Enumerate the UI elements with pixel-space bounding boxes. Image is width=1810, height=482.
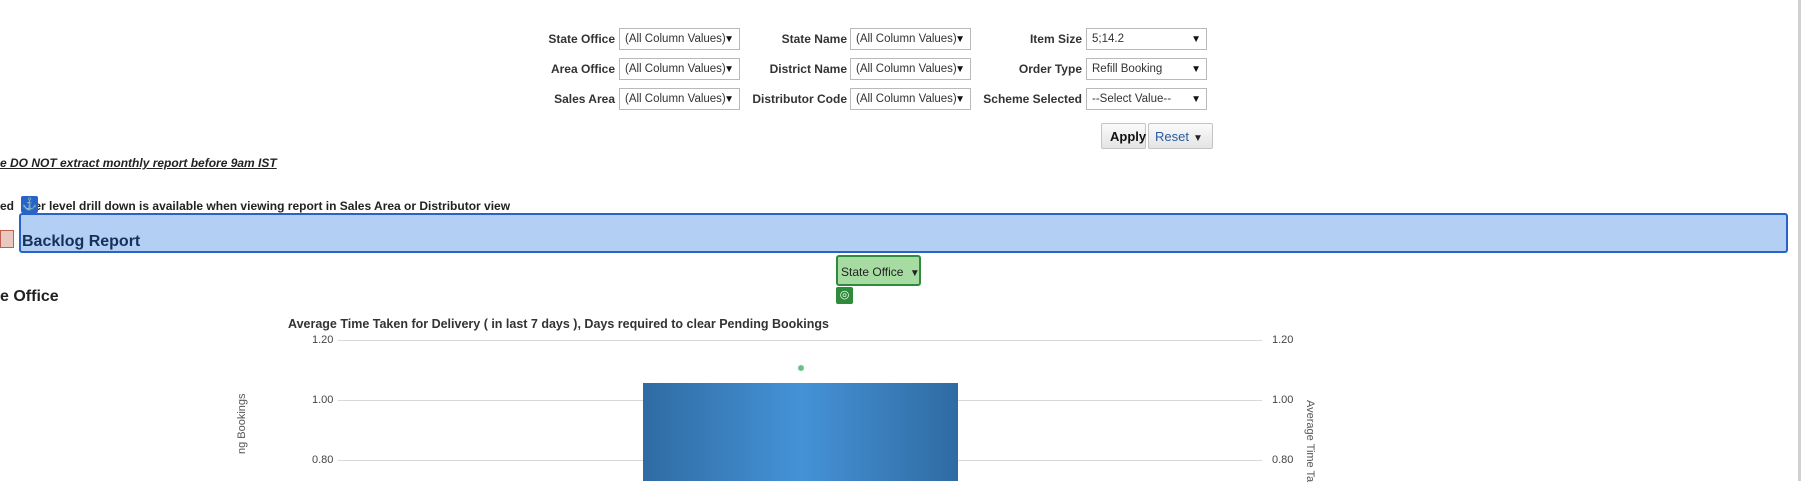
order-type-label: Order Type — [1018, 62, 1082, 76]
district-name-label: District Name — [769, 62, 847, 76]
chevron-down-icon: ▼ — [724, 34, 734, 45]
right-tick-label: 0.80 — [1272, 454, 1294, 466]
right-tick-label: 1.20 — [1272, 334, 1294, 346]
distributor-code-select[interactable]: (All Column Values) ▼ — [850, 88, 971, 110]
chevron-down-icon: ▼ — [1192, 133, 1203, 144]
right-tick-label: 1.00 — [1272, 394, 1294, 406]
left-axis-label: ng Bookings — [236, 393, 248, 454]
sales-area-label: Sales Area — [554, 92, 615, 106]
chevron-down-icon: ▼ — [1191, 94, 1201, 105]
state-office-select[interactable]: (All Column Values) ▼ — [619, 28, 740, 50]
anchor-icon[interactable]: ⚓ — [21, 196, 38, 213]
chevron-down-icon: ▼ — [724, 94, 734, 105]
report-icon — [0, 230, 14, 248]
scheme-selected-select[interactable]: --Select Value-- ▼ — [1086, 88, 1207, 110]
state-office-value: (All Column Values) — [625, 33, 726, 45]
state-name-label: State Name — [781, 32, 847, 46]
state-office-label: State Office — [548, 32, 615, 46]
scheme-selected-label: Scheme Selected — [983, 92, 1082, 106]
view-selector-value: State Office — [841, 265, 904, 279]
chevron-down-icon: ▼ — [724, 64, 734, 75]
area-office-select[interactable]: (All Column Values) ▼ — [619, 58, 740, 80]
area-office-label: Area Office — [550, 62, 615, 76]
view-heading: e Office — [0, 288, 59, 305]
chevron-down-icon: ▼ — [1191, 34, 1201, 45]
order-type-select[interactable]: Refill Booking ▼ — [1086, 58, 1207, 80]
left-tick-label: 1.00 — [312, 394, 334, 406]
item-size-label: Item Size — [1029, 32, 1082, 46]
scheme-selected-value: --Select Value-- — [1092, 93, 1172, 105]
view-selector[interactable]: State Office ▼ — [836, 255, 921, 286]
distributor-code-value: (All Column Values) — [856, 93, 957, 105]
sales-area-select[interactable]: (All Column Values) ▼ — [619, 88, 740, 110]
data-point[interactable] — [798, 365, 804, 371]
section-title: Backlog Report — [22, 233, 141, 250]
right-axis-label: Average Time Ta — [1304, 400, 1316, 482]
order-type-value: Refill Booking — [1092, 63, 1163, 75]
vertical-scrollbar[interactable] — [1798, 0, 1801, 481]
chevron-down-icon: ▼ — [955, 94, 965, 105]
apply-button[interactable]: Apply — [1101, 123, 1146, 149]
district-name-select[interactable]: (All Column Values) ▼ — [850, 58, 971, 80]
item-size-select[interactable]: 5;14.2 ▼ — [1086, 28, 1207, 50]
distributor-code-label: Distributor Code — [752, 92, 847, 106]
chart-title: Average Time Taken for Delivery ( in las… — [288, 317, 829, 331]
state-name-value: (All Column Values) — [856, 33, 957, 45]
state-name-select[interactable]: (All Column Values) ▼ — [850, 28, 971, 50]
left-tick-label: 0.80 — [312, 454, 334, 466]
drilldown-notice-rest: er level drill down is available when vi… — [34, 199, 511, 213]
backlog-report-section — [19, 213, 1788, 253]
reset-button[interactable]: Reset ▼ — [1148, 123, 1213, 149]
item-size-value: 5;14.2 — [1092, 33, 1124, 45]
target-icon[interactable]: ◎ — [836, 287, 853, 304]
drilldown-notice: ed er level drill down is available when… — [0, 199, 510, 213]
bar[interactable] — [643, 383, 958, 481]
drilldown-notice-prefix: ed — [0, 199, 15, 213]
sales-area-value: (All Column Values) — [625, 93, 726, 105]
chevron-down-icon: ▼ — [909, 268, 920, 279]
reset-label: Reset — [1155, 129, 1189, 144]
chevron-down-icon: ▼ — [955, 64, 965, 75]
gridline-1.20 — [338, 340, 1262, 341]
left-tick-label: 1.20 — [312, 334, 334, 346]
area-office-value: (All Column Values) — [625, 63, 726, 75]
chevron-down-icon: ▼ — [1191, 64, 1201, 75]
chevron-down-icon: ▼ — [955, 34, 965, 45]
district-name-value: (All Column Values) — [856, 63, 957, 75]
monthly-report-notice: e DO NOT extract monthly report before 9… — [0, 156, 277, 170]
